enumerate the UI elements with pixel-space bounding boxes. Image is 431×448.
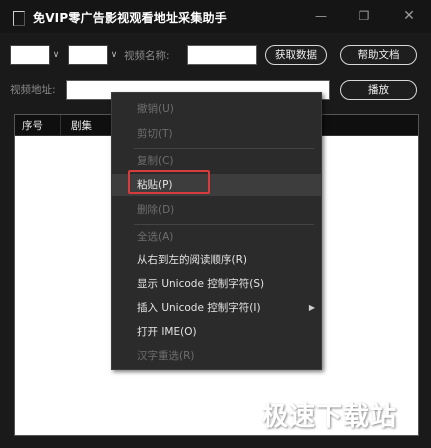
menu-item-rtl-reading[interactable]: 从右到左的阅读顺序(R) bbox=[112, 249, 321, 271]
submenu-arrow-icon: ▶ bbox=[308, 303, 315, 312]
menu-item-reconversion[interactable]: 汉字重选(R) bbox=[112, 345, 321, 367]
menu-item-undo[interactable]: 撤销(U) bbox=[112, 98, 321, 120]
menu-item-delete[interactable]: 删除(D) bbox=[112, 199, 321, 221]
fetch-data-button[interactable]: 获取数据 bbox=[265, 45, 327, 65]
menu-separator bbox=[134, 148, 314, 149]
menu-item-cut[interactable]: 剪切(T) bbox=[112, 123, 321, 145]
menu-item-show-unicode[interactable]: 显示 Unicode 控制字符(S) bbox=[112, 273, 321, 295]
title-bar: 免VIP零广告影视观看地址采集助手 — ❐ ✕ bbox=[0, 0, 431, 33]
maximize-icon[interactable]: ❐ bbox=[353, 6, 375, 26]
menu-item-select-all[interactable]: 全选(A) bbox=[112, 226, 321, 248]
video-name-input[interactable] bbox=[187, 45, 257, 65]
menu-item-insert-unicode[interactable]: 插入 Unicode 控制字符(I) ▶ bbox=[112, 297, 321, 319]
context-menu: 撤销(U) 剪切(T) 复制(C) 粘贴(P) 删除(D) 全选(A) 从右到左… bbox=[111, 92, 322, 370]
column-header-episode[interactable]: 剧集 bbox=[71, 118, 92, 133]
source-select[interactable]: ∨ bbox=[10, 45, 59, 65]
app-icon bbox=[13, 11, 25, 26]
play-button[interactable]: 播放 bbox=[340, 80, 417, 100]
help-doc-button[interactable]: 帮助文档 bbox=[340, 45, 417, 65]
minimize-icon[interactable]: — bbox=[310, 6, 332, 26]
menu-item-copy[interactable]: 复制(C) bbox=[112, 150, 321, 172]
chevron-down-icon: ∨ bbox=[52, 50, 60, 60]
menu-item-open-ime[interactable]: 打开 IME(O) bbox=[112, 321, 321, 343]
watermark: 极速下载站 bbox=[262, 402, 398, 432]
window-title: 免VIP零广告影视观看地址采集助手 bbox=[33, 11, 227, 25]
chevron-down-icon: ∨ bbox=[110, 50, 118, 60]
video-url-label: 视频地址: bbox=[10, 84, 56, 96]
column-divider bbox=[60, 115, 61, 135]
menu-separator bbox=[134, 224, 314, 225]
paste-highlight-box bbox=[128, 170, 210, 194]
close-icon[interactable]: ✕ bbox=[398, 6, 420, 26]
video-name-label: 视频名称: bbox=[124, 50, 170, 62]
category-select[interactable]: ∨ bbox=[68, 45, 117, 65]
column-header-index[interactable]: 序号 bbox=[22, 118, 43, 133]
